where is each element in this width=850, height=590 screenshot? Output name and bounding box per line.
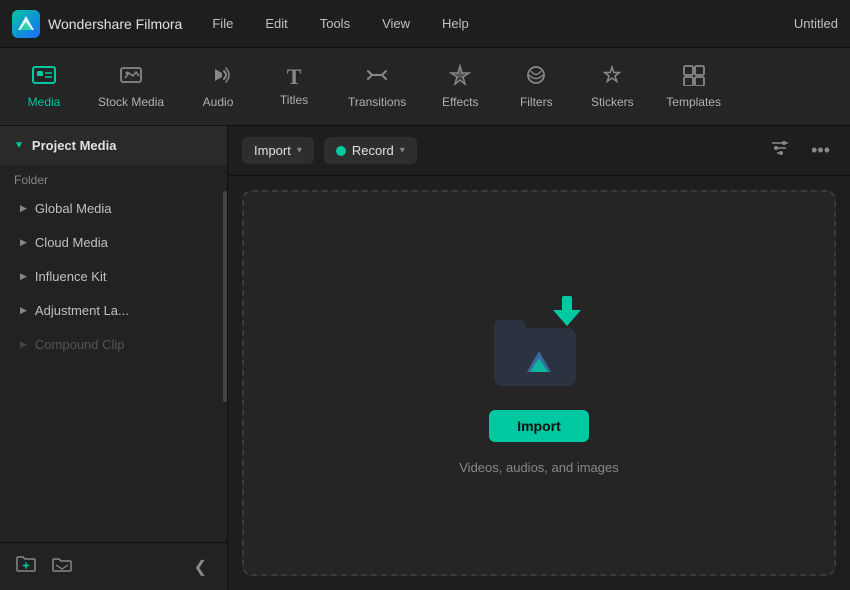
sidebar-item-arrow-influence: ▶ (20, 271, 27, 282)
record-dropdown-icon: ▾ (400, 145, 405, 156)
sidebar-item-label-cloud: Cloud Media (35, 235, 108, 250)
sidebar-collapse-button[interactable]: ❮ (186, 553, 215, 581)
templates-icon (682, 64, 706, 90)
sidebar-item-arrow-cloud: ▶ (20, 237, 27, 248)
open-folder-button[interactable] (48, 551, 76, 582)
sidebar: ▼ Project Media Folder ▶ Global Media ▶ … (0, 126, 228, 590)
sidebar-item-global-media[interactable]: ▶ Global Media (6, 192, 221, 225)
window-title: Untitled (794, 16, 838, 31)
tab-transitions[interactable]: Transitions (334, 56, 420, 117)
tab-transitions-label: Transitions (348, 95, 406, 109)
record-dot-icon (336, 146, 346, 156)
sidebar-project-media[interactable]: ▼ Project Media (0, 126, 227, 165)
tab-titles[interactable]: T Titles (258, 58, 330, 115)
tab-filters-label: Filters (520, 95, 553, 109)
record-button[interactable]: Record ▾ (324, 137, 417, 164)
tab-effects[interactable]: Effects (424, 56, 496, 117)
stickers-icon (600, 64, 624, 90)
tab-media-label: Media (28, 95, 61, 109)
app-name-label: Wondershare Filmora (48, 16, 182, 32)
stock-media-icon (119, 64, 143, 90)
arrow-down-icon (553, 296, 581, 333)
media-panel: Import ▾ Record ▾ ••• (228, 126, 850, 590)
record-label: Record (352, 143, 394, 158)
tab-effects-label: Effects (442, 95, 478, 109)
sidebar-item-cloud-media[interactable]: ▶ Cloud Media (6, 226, 221, 259)
sidebar-item-compound[interactable]: ▶ Compound Clip (6, 328, 221, 361)
sidebar-item-adjustment[interactable]: ▶ Adjustment La... (6, 294, 221, 327)
import-button[interactable]: Import ▾ (242, 137, 314, 164)
sidebar-footer: ❮ (0, 542, 227, 590)
tab-audio-label: Audio (203, 95, 234, 109)
import-folder-icon (489, 292, 589, 392)
tab-stickers-label: Stickers (591, 95, 634, 109)
tab-templates-label: Templates (666, 95, 721, 109)
tab-templates[interactable]: Templates (652, 56, 735, 117)
menu-help[interactable]: Help (436, 12, 475, 35)
title-bar: Wondershare Filmora File Edit Tools View… (0, 0, 850, 48)
drop-zone-content: Import Videos, audios, and images (459, 292, 618, 475)
tab-media[interactable]: Media (8, 56, 80, 117)
tab-stock-media-label: Stock Media (98, 95, 164, 109)
import-label: Import (254, 143, 291, 158)
sidebar-item-influence-kit[interactable]: ▶ Influence Kit (6, 260, 221, 293)
filters-icon (524, 64, 548, 90)
sidebar-arrow-icon: ▼ (14, 140, 24, 151)
menu-bar: File Edit Tools View Help (206, 12, 794, 35)
drop-zone-hint: Videos, audios, and images (459, 460, 618, 475)
media-icon (32, 64, 56, 90)
sidebar-item-label-influence: Influence Kit (35, 269, 107, 284)
drop-zone[interactable]: Import Videos, audios, and images (242, 190, 836, 576)
transitions-icon (364, 64, 390, 90)
tab-stickers[interactable]: Stickers (576, 56, 648, 117)
sidebar-item-arrow-compound: ▶ (20, 339, 27, 350)
sidebar-item-arrow-adjustment: ▶ (20, 305, 27, 316)
import-dropdown-icon: ▾ (297, 145, 302, 156)
menu-tools[interactable]: Tools (314, 12, 356, 35)
main-content: ▼ Project Media Folder ▶ Global Media ▶ … (0, 126, 850, 590)
new-folder-button[interactable] (12, 551, 40, 582)
effects-icon (448, 64, 472, 90)
sidebar-item-arrow-global: ▶ (20, 203, 27, 214)
tab-filters[interactable]: Filters (500, 56, 572, 117)
menu-edit[interactable]: Edit (259, 12, 293, 35)
app-logo: Wondershare Filmora (12, 10, 182, 38)
titles-icon: T (287, 66, 302, 88)
media-toolbar: Import ▾ Record ▾ ••• (228, 126, 850, 176)
sidebar-item-label-adjustment: Adjustment La... (35, 303, 129, 318)
sidebar-item-label-compound: Compound Clip (35, 337, 125, 352)
audio-icon (206, 64, 230, 90)
sidebar-list: ▶ Global Media ▶ Cloud Media ▶ Influence… (0, 191, 227, 542)
sidebar-header-label: Project Media (32, 138, 117, 153)
tab-bar: Media Stock Media Audio T Titles (0, 48, 850, 126)
filter-sort-icon[interactable] (765, 136, 795, 165)
tab-audio[interactable]: Audio (182, 56, 254, 117)
menu-file[interactable]: File (206, 12, 239, 35)
menu-view[interactable]: View (376, 12, 416, 35)
more-options-icon[interactable]: ••• (805, 136, 836, 165)
sidebar-item-label-global: Global Media (35, 201, 112, 216)
sidebar-scrollbar[interactable] (223, 191, 227, 402)
tab-titles-label: Titles (280, 93, 308, 107)
drop-zone-import-button[interactable]: Import (489, 410, 589, 442)
tab-stock-media[interactable]: Stock Media (84, 56, 178, 117)
app-logo-icon (12, 10, 40, 38)
sidebar-section-folder: Folder (0, 165, 227, 191)
